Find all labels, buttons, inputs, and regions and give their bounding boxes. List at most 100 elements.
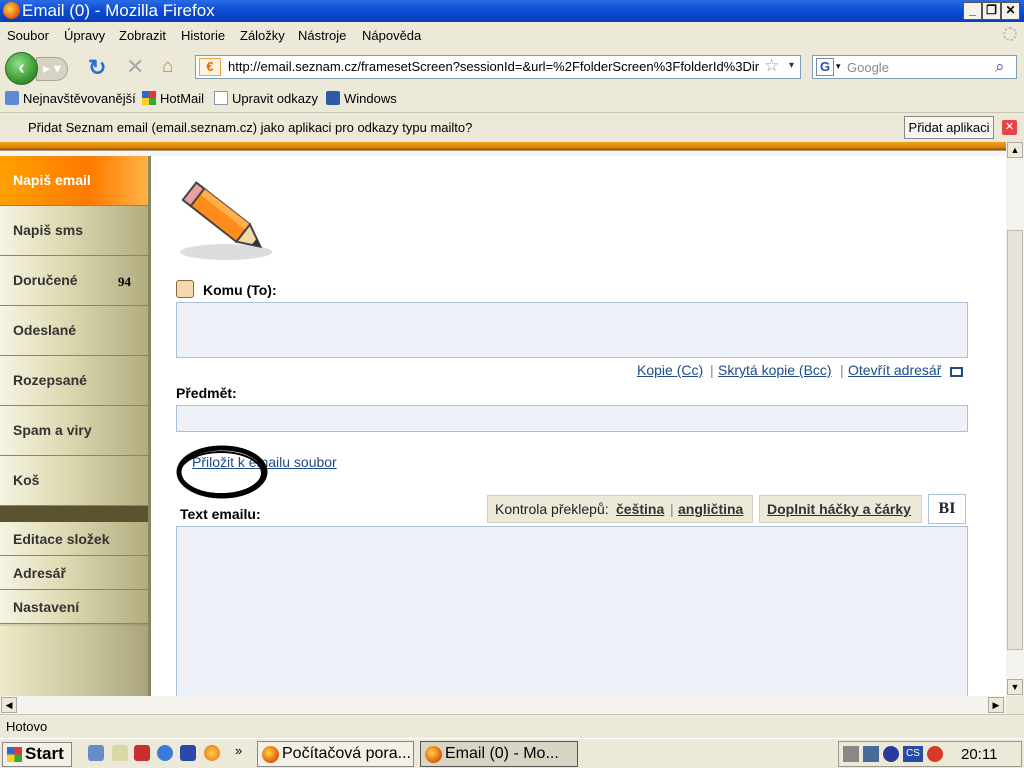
spellcheck-czech-link[interactable]: čeština [616, 501, 664, 517]
scroll-up-icon[interactable]: ▲ [1007, 142, 1023, 158]
sidebar-item-drafts[interactable]: Rozepsané [0, 356, 148, 406]
to-field[interactable] [176, 302, 968, 358]
throbber-icon [1003, 27, 1017, 41]
subject-field[interactable] [176, 405, 968, 432]
search-engine-icon[interactable]: G [816, 58, 834, 76]
bcc-link[interactable]: Skrytá kopie (Bcc) [718, 362, 832, 378]
bookmark-label: Nejnavštěvovanější [23, 91, 136, 106]
spellcheck-english-link[interactable]: angličtina [678, 501, 743, 517]
sidebar-border [148, 156, 151, 696]
sidebar-item-label: Koš [13, 472, 40, 488]
menu-soubor[interactable]: Soubor [7, 28, 49, 43]
minimize-button[interactable]: _ [963, 2, 982, 20]
scroll-left-icon[interactable]: ◀ [1, 697, 17, 713]
diacritics-panel: Doplnit háčky a čárky [759, 495, 922, 523]
menu-nastroje[interactable]: Nástroje [298, 28, 346, 43]
status-bar: Hotovo [0, 714, 1024, 738]
sidebar-item-label: Doručené [13, 272, 78, 288]
pencil-icon [180, 181, 272, 260]
close-notification-icon[interactable]: ✕ [1002, 120, 1017, 135]
language-indicator[interactable]: CS [903, 746, 923, 762]
sidebar-item-sent[interactable]: Odeslané [0, 306, 148, 356]
menu-upravy[interactable]: Úpravy [64, 28, 105, 43]
task-email[interactable]: Email (0) - Mo... [420, 741, 578, 767]
quicklaunch-word-icon[interactable] [180, 745, 196, 761]
bold-italic-toggle-icon[interactable]: BI [928, 494, 966, 524]
sidebar-item-trash[interactable]: Koš [0, 456, 148, 506]
network-icon[interactable] [863, 746, 879, 762]
sidebar-item-settings[interactable]: Nastavení [0, 590, 148, 624]
scroll-right-icon[interactable]: ▶ [988, 697, 1004, 713]
body-textarea[interactable] [176, 526, 968, 696]
popup-window-icon[interactable] [950, 367, 963, 377]
menu-historie[interactable]: Historie [181, 28, 225, 43]
menu-bar: Soubor Úpravy Zobrazit Historie Záložky … [0, 22, 1024, 48]
page-icon [214, 91, 228, 105]
home-icon[interactable]: ⌂ [162, 56, 173, 78]
bookmark-most-visited[interactable]: Nejnavštěvovanější [5, 91, 136, 106]
bookmark-hotmail[interactable]: HotMail [142, 91, 204, 106]
back-button[interactable]: ‹ [5, 52, 38, 85]
open-addressbook-link[interactable]: Otevřít adresář [848, 362, 941, 378]
bookmark-star-icon[interactable]: ☆ [764, 56, 779, 76]
sidebar-item-label: Odeslané [13, 322, 77, 338]
firefox-icon [262, 746, 279, 763]
menu-zalozky[interactable]: Záložky [240, 28, 285, 43]
sidebar-item-addressbook[interactable]: Adresář [0, 556, 148, 590]
bookmark-label: HotMail [160, 91, 205, 106]
separator: | [710, 362, 714, 378]
search-input[interactable]: Google [847, 60, 889, 75]
bookmark-windows[interactable]: Windows [326, 91, 397, 106]
site-favicon-icon: € [199, 58, 221, 76]
url-text: http://email.seznam.cz/framesetScreen?se… [228, 59, 760, 74]
cc-link[interactable]: Kopie (Cc) [637, 362, 703, 378]
menu-zobrazit[interactable]: Zobrazit [119, 28, 166, 43]
task-pocitacova-poradna[interactable]: Počítačová pora... [257, 741, 414, 767]
maximize-button[interactable]: ❐ [982, 2, 1001, 20]
tray-security-icon[interactable] [927, 746, 943, 762]
contact-icon[interactable] [176, 280, 194, 298]
volume-icon[interactable] [843, 746, 859, 762]
quicklaunch-notes-icon[interactable] [112, 745, 128, 761]
scrollbar-thumb[interactable] [1007, 230, 1023, 650]
scroll-down-icon[interactable]: ▼ [1007, 679, 1023, 695]
tray-app-icon[interactable] [883, 746, 899, 762]
vertical-scrollbar[interactable]: ▲ ▼ [1006, 142, 1024, 696]
sidebar-item-sms[interactable]: Napiš sms [0, 206, 148, 256]
sidebar-divider [0, 506, 148, 522]
sidebar-item-inbox[interactable]: Doručené 94 [0, 256, 148, 306]
add-application-button[interactable]: Přidat aplikaci [904, 116, 994, 139]
quicklaunch-firefox-icon[interactable] [204, 745, 220, 761]
bookmark-folder-icon [5, 91, 19, 105]
windows-media-icon [326, 91, 340, 105]
reload-icon[interactable]: ↻ [88, 55, 106, 81]
subject-label: Předmět: [176, 385, 237, 401]
search-icon[interactable]: ⌕ [995, 57, 1005, 77]
bookmark-label: Windows [344, 91, 397, 106]
sidebar-item-label: Spam a viry [13, 422, 92, 438]
sidebar-item-edit-folders[interactable]: Editace složek [0, 522, 148, 556]
add-diacritics-link[interactable]: Doplnit háčky a čárky [767, 501, 911, 517]
sidebar-item-compose[interactable]: Napiš email [0, 156, 148, 206]
sidebar-item-label: Adresář [13, 565, 66, 581]
sidebar-item-spam[interactable]: Spam a viry [0, 406, 148, 456]
url-bar[interactable]: € http://email.seznam.cz/framesetScreen?… [195, 55, 801, 79]
start-button[interactable]: Start [2, 742, 72, 767]
horizontal-scrollbar[interactable]: ◀ ▶ [0, 696, 1006, 714]
quicklaunch-more-icon[interactable]: » [235, 743, 242, 758]
quicklaunch-ie-icon[interactable] [157, 745, 173, 761]
url-dropdown-icon[interactable]: ▾ [789, 60, 794, 71]
windows-flag-icon [142, 91, 156, 105]
quicklaunch-explorer-icon[interactable] [88, 745, 104, 761]
quicklaunch-acrobat-icon[interactable] [134, 745, 150, 761]
search-engine-dropdown-icon[interactable]: ▾ [836, 61, 841, 72]
forward-button[interactable]: ▸ ▾ [36, 57, 68, 81]
stop-icon[interactable]: ✕ [126, 54, 144, 80]
body-label: Text emailu: [180, 506, 261, 522]
close-button[interactable]: ✕ [1001, 2, 1020, 20]
search-bar[interactable]: G ▾ Google ⌕ [812, 55, 1017, 79]
sidebar-item-label: Nastavení [13, 599, 80, 615]
bookmark-upravit-odkazy[interactable]: Upravit odkazy [214, 91, 318, 106]
sidebar-footer [0, 626, 150, 696]
menu-napoveda[interactable]: Nápověda [362, 28, 421, 43]
